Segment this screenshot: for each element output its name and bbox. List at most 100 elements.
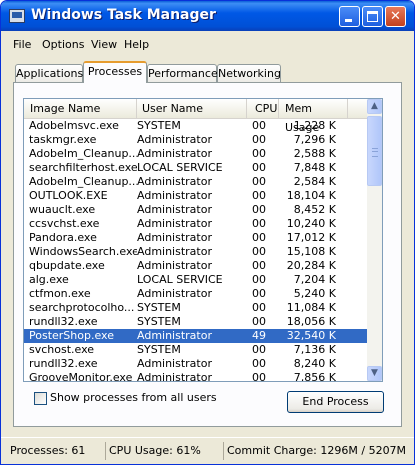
process-user-cell: SYSTEM [137,119,181,132]
process-name-cell: AdobeIm_Cleanup... [29,175,137,188]
process-row[interactable]: ctfmon.exe Administrator 00 5,240 K [24,287,367,301]
process-row[interactable]: OUTLOOK.EXE Administrator 00 18,104 K [24,189,367,203]
column-header-row: Image Name User Name CPU Mem Usage [24,99,367,134]
task-manager-icon [9,9,25,23]
minimize-button[interactable] [339,6,360,27]
process-row[interactable]: wuauclt.exe Administrator 00 8,452 K [24,203,367,217]
process-mem-cell: 8,240 K [293,357,336,370]
scroll-thumb[interactable] [367,116,382,186]
process-row[interactable]: rundll32.exe SYSTEM 00 18,056 K [24,315,367,329]
process-cpu-cell: 00 [252,119,266,132]
process-row[interactable]: searchfilterhost.exe LOCAL SERVICE 00 7,848… [24,161,367,175]
menu-options[interactable]: Options [42,38,84,51]
scroll-up-button[interactable]: ▲ [367,99,382,114]
process-row[interactable]: PosterShop.exe Administrator 49 32,540 K [24,329,367,343]
process-cpu-cell: 00 [252,203,266,216]
process-mem-cell: 18,104 K [286,189,336,202]
process-cpu-cell: 00 [252,189,266,202]
process-row[interactable]: alg.exe LOCAL SERVICE 00 7,204 K [24,273,367,287]
window-title: Windows Task Manager [31,7,216,23]
process-mem-cell: 7,136 K [293,343,336,356]
tab-performance[interactable]: Performance [147,64,218,82]
process-name-cell: ccsvchst.exe [29,217,100,230]
process-list[interactable]: Image Name User Name CPU Mem Usage Adobe… [23,98,383,382]
process-cpu-cell: 00 [252,175,266,188]
close-button[interactable]: ✕ [385,6,406,27]
process-mem-cell: 11,084 K [286,301,336,314]
process-name-cell: rundll32.exe [29,357,98,370]
process-row[interactable]: AdobeIm_Cleanup... Administrator 00 2,588 K [24,147,367,161]
process-mem-cell: 10,240 K [286,217,336,230]
arrow-up-icon: ▲ [371,101,378,111]
process-cpu-cell: 00 [252,371,266,382]
column-mem-usage[interactable]: Mem Usage [279,99,348,134]
process-cpu-cell: 00 [252,133,266,146]
process-row[interactable]: Adobelmsvc.exe SYSTEM 00 1,228 K [24,119,367,133]
process-name-cell: WindowsSearch.exe [29,245,137,258]
grip-icon [372,148,378,157]
process-user-cell: Administrator [137,259,212,272]
status-bar: Processes: 61 CPU Usage: 61% Commit Char… [1,437,414,464]
process-row[interactable]: AdobeIm_Cleanup... Administrator 00 2,584 K [24,175,367,189]
process-user-cell: Administrator [137,189,212,202]
process-row[interactable]: ccsvchst.exe Administrator 00 10,240 K [24,217,367,231]
process-row[interactable]: WindowsSearch.exe Administrator 00 15,108 K [24,245,367,259]
process-name-cell: OUTLOOK.EXE [29,189,108,202]
status-cpu-usage: CPU Usage: 61% [105,442,223,460]
tab-applications[interactable]: Applications [15,64,83,82]
menu-file[interactable]: File [13,38,31,51]
show-all-processes-label[interactable]: Show processes from all users [50,391,217,404]
process-mem-cell: 2,584 K [293,175,336,188]
process-name-cell: searchprotocolho... [29,301,135,314]
process-cpu-cell: 00 [252,147,266,160]
show-all-processes-checkbox[interactable] [34,392,47,405]
process-cpu-cell: 00 [252,287,266,300]
column-image-name[interactable]: Image Name [24,99,137,118]
process-user-cell: SYSTEM [137,315,181,328]
process-user-cell: Administrator [137,287,212,300]
process-row[interactable]: GrooveMonitor.exe Administrator 00 7,856 K [24,371,367,382]
process-row[interactable]: qbupdate.exe Administrator 00 20,284 K [24,259,367,273]
status-commit-charge: Commit Charge: 1296M / 5207M [223,442,413,460]
tab-networking[interactable]: Networking [217,64,281,82]
process-mem-cell: 2,588 K [293,147,336,160]
column-cpu[interactable]: CPU [247,99,279,118]
close-icon: ✕ [390,9,401,24]
process-name-cell: wuauclt.exe [29,203,96,216]
arrow-down-icon: ▼ [371,368,378,378]
process-row[interactable]: svchost.exe SYSTEM 00 7,136 K [24,343,367,357]
process-cpu-cell: 00 [252,301,266,314]
vertical-scrollbar[interactable]: ▲ ▼ [367,99,382,381]
process-cpu-cell: 00 [252,161,266,174]
process-user-cell: LOCAL SERVICE [137,273,223,286]
process-row[interactable]: searchprotocolho... SYSTEM 00 11,084 K [24,301,367,315]
process-user-cell: Administrator [137,245,212,258]
tab-processes[interactable]: Processes [83,61,147,83]
process-cpu-cell: 00 [252,231,266,244]
scroll-down-button[interactable]: ▼ [367,366,382,381]
process-user-cell: Administrator [137,329,212,342]
process-row[interactable]: taskmgr.exe Administrator 00 7,296 K [24,133,367,147]
maximize-button[interactable] [362,6,383,27]
process-name-cell: searchfilterhost.exe [29,161,137,174]
process-name-cell: Adobelmsvc.exe [29,119,119,132]
maximize-icon [367,11,378,22]
process-row[interactable]: rundll32.exe Administrator 00 8,240 K [24,357,367,371]
process-mem-cell: 7,848 K [293,161,336,174]
process-name-cell: rundll32.exe [29,315,98,328]
process-user-cell: Administrator [137,133,212,146]
process-cpu-cell: 00 [252,259,266,272]
process-name-cell: ctfmon.exe [29,287,91,300]
process-row[interactable]: Pandora.exe Administrator 00 17,012 K [24,231,367,245]
process-cpu-cell: 00 [252,245,266,258]
title-bar[interactable]: Windows Task Manager ✕ [1,1,414,31]
menu-bar: File Options View Help [1,32,414,52]
process-user-cell: Administrator [137,371,212,382]
menu-help[interactable]: Help [124,38,149,51]
process-user-cell: SYSTEM [137,301,181,314]
process-cpu-cell: 00 [252,273,266,286]
menu-view[interactable]: View [91,38,117,51]
process-name-cell: qbupdate.exe [29,259,105,272]
end-process-button[interactable]: End Process [287,391,384,413]
column-user-name[interactable]: User Name [137,99,247,118]
